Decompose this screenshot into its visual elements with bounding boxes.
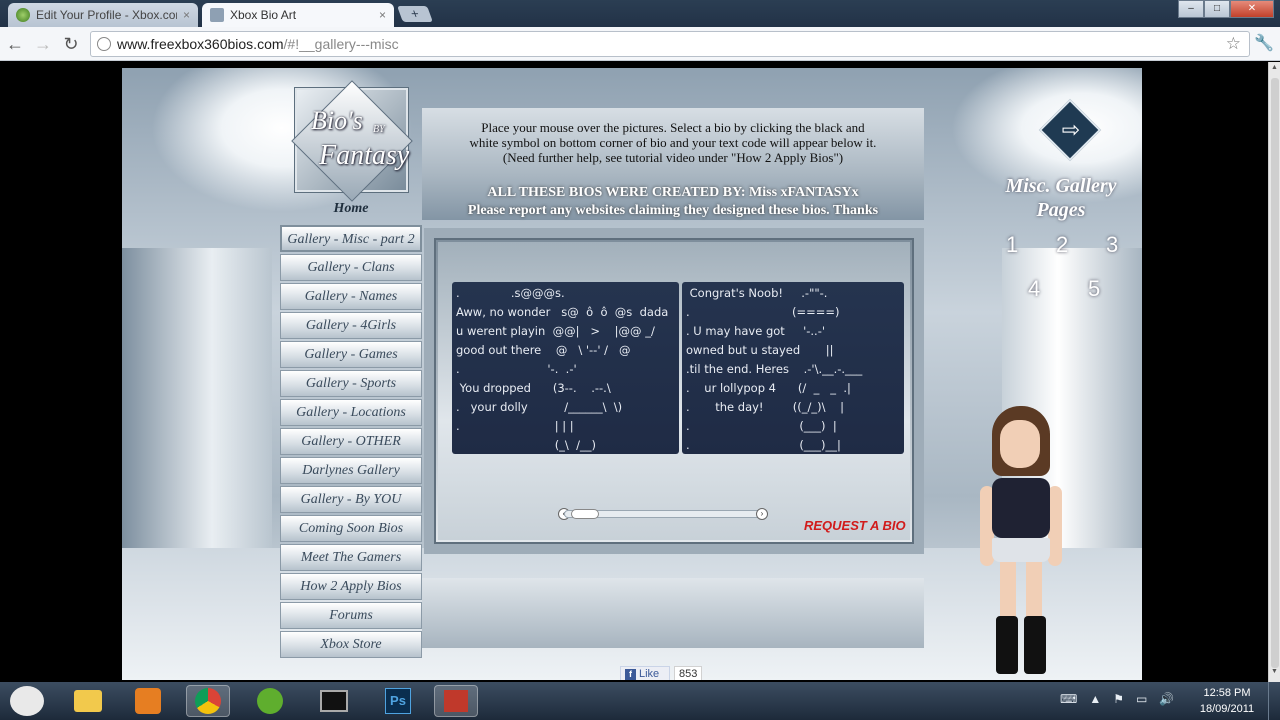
website: Bio's BY Fantasy Home Gallery - Misc - p…: [122, 68, 1142, 680]
wrench-menu-icon[interactable]: 🔧: [1254, 33, 1274, 53]
logo-text: Fantasy: [319, 140, 410, 171]
xbox-avatar: [980, 406, 1090, 676]
network-icon[interactable]: ▭: [1136, 692, 1147, 706]
start-button[interactable]: [2, 685, 52, 717]
menu-item-clans[interactable]: Gallery - Clans: [280, 254, 422, 281]
reload-icon[interactable]: ↻: [60, 33, 82, 55]
avatar-top: [992, 478, 1050, 538]
minimize-button[interactable]: –: [1178, 0, 1204, 18]
menu-item-xbox-store[interactable]: Xbox Store: [280, 631, 422, 658]
url-text[interactable]: www.freexbox360bios.com/#!__gallery---mi…: [117, 36, 399, 52]
slider-right-button[interactable]: ›: [756, 508, 768, 520]
address-bar[interactable]: www.freexbox360bios.com/#!__gallery---mi…: [90, 31, 1250, 57]
logo-text: Bio's: [311, 106, 363, 135]
instructions-panel: Place your mouse over the pictures. Sele…: [422, 108, 924, 220]
like-count: 853: [674, 666, 703, 680]
pages-title: Misc. Gallery Pages: [1005, 175, 1117, 221]
tab-close-icon[interactable]: ×: [183, 8, 190, 22]
show-desktop-button[interactable]: [1268, 682, 1280, 720]
back-arrow-icon[interactable]: ←: [4, 33, 26, 55]
menu-item-4girls[interactable]: Gallery - 4Girls: [280, 312, 422, 339]
facebook-icon: f: [625, 669, 636, 680]
menu-item-meet-gamers[interactable]: Meet The Gamers: [280, 544, 422, 571]
tab-close-icon[interactable]: ×: [379, 8, 386, 22]
media-player-icon[interactable]: [126, 685, 170, 717]
page-link-5[interactable]: 5: [1088, 276, 1100, 302]
clock[interactable]: 12:58 PM 18/09/2011: [1190, 685, 1264, 717]
vertical-scrollbar[interactable]: ▲ ▼: [1268, 62, 1280, 682]
gallery-stage: [422, 578, 924, 648]
flag-icon[interactable]: ⚑: [1113, 692, 1124, 706]
tab-strip: Edit Your Profile - Xbox.com × Xbox Bio …: [0, 0, 1280, 27]
browser-toolbar: ← → ↻ www.freexbox360bios.com/#!__galler…: [0, 27, 1280, 61]
photoshop-icon[interactable]: Ps: [376, 685, 420, 717]
menu-item-darlynes[interactable]: Darlynes Gallery: [280, 457, 422, 484]
gallery-frame: . .s@@@s. Aww, no wonder s@ ô ô @s dada …: [424, 228, 924, 554]
page-link-1[interactable]: 1: [1006, 232, 1018, 258]
video-app-icon[interactable]: [312, 685, 356, 717]
scroll-thumb[interactable]: [1271, 78, 1279, 668]
close-window-button[interactable]: ✕: [1230, 0, 1274, 18]
facebook-like: f Like 853: [620, 666, 703, 680]
page-link-2[interactable]: 2: [1056, 232, 1068, 258]
clock-time: 12:58 PM: [1203, 687, 1251, 699]
new-tab-button[interactable]: +: [397, 6, 433, 22]
menu-item-misc-part2[interactable]: Gallery - Misc - part 2: [280, 225, 422, 252]
avatar-skirt: [992, 538, 1050, 562]
logo-text: BY: [373, 124, 385, 135]
page-icon: [97, 37, 111, 51]
menu-item-by-you[interactable]: Gallery - By YOU: [280, 486, 422, 513]
page-link-3[interactable]: 3: [1106, 232, 1118, 258]
avatar-arm: [1048, 486, 1062, 566]
menu-item-games[interactable]: Gallery - Games: [280, 341, 422, 368]
tab-title: Xbox Bio Art: [230, 8, 297, 22]
menu-item-names[interactable]: Gallery - Names: [280, 283, 422, 310]
bio-card[interactable]: Congrat's Noob! .-""-. . (====) . U may …: [682, 282, 904, 454]
clock-date: 18/09/2011: [1199, 703, 1255, 715]
app-icon[interactable]: [248, 685, 292, 717]
menu-item-home[interactable]: Home: [280, 196, 422, 223]
tab-edit-profile[interactable]: Edit Your Profile - Xbox.com ×: [8, 3, 198, 27]
chrome-icon[interactable]: [186, 685, 230, 717]
forward-arrow-icon[interactable]: →: [32, 33, 54, 55]
keyboard-icon[interactable]: ⌨: [1060, 692, 1077, 706]
arrow-right-icon[interactable]: ⇨: [1055, 114, 1087, 146]
scroll-down-icon[interactable]: ▼: [1271, 668, 1278, 675]
request-bio-link[interactable]: REQUEST A BIO: [804, 518, 906, 533]
menu-item-coming-soon[interactable]: Coming Soon Bios: [280, 515, 422, 542]
menu-item-other[interactable]: Gallery - OTHER: [280, 428, 422, 455]
facebook-like-button[interactable]: f Like: [620, 666, 670, 680]
menu-item-forums[interactable]: Forums: [280, 602, 422, 629]
credits-text: ALL THESE BIOS WERE CREATED BY: Miss xFA…: [467, 185, 879, 218]
bookmark-star-icon[interactable]: ☆: [1226, 34, 1241, 54]
folder-icon[interactable]: [66, 685, 110, 717]
site-logo[interactable]: Bio's BY Fantasy: [291, 80, 413, 202]
tray-expand-icon[interactable]: ▲: [1089, 692, 1101, 706]
slider-knob[interactable]: [571, 509, 599, 519]
menu-item-locations[interactable]: Gallery - Locations: [280, 399, 422, 426]
scroll-up-icon[interactable]: ▲: [1271, 64, 1278, 71]
avatar-face: [1000, 420, 1040, 468]
maximize-button[interactable]: □: [1204, 0, 1230, 18]
page-link-4[interactable]: 4: [1028, 276, 1040, 302]
tab-xbox-bio-art[interactable]: Xbox Bio Art ×: [202, 3, 394, 27]
xbox-favicon-icon: [16, 8, 30, 22]
gallery-viewport: . .s@@@s. Aww, no wonder s@ ô ô @s dada …: [438, 242, 910, 540]
taskbar: Ps ⌨ ▲ ⚑ ▭ 🔊 12:58 PM 18/09/2011: [0, 682, 1280, 720]
volume-icon[interactable]: 🔊: [1159, 692, 1174, 706]
instructions-text: Place your mouse over the pictures. Sele…: [469, 120, 877, 165]
side-menu: Home Gallery - Misc - part 2 Gallery - C…: [280, 196, 422, 660]
menu-item-sports[interactable]: Gallery - Sports: [280, 370, 422, 397]
avatar-boot: [1024, 616, 1046, 674]
avatar-boot: [996, 616, 1018, 674]
site-favicon-icon: [210, 8, 224, 22]
system-tray: ⌨ ▲ ⚑ ▭ 🔊: [1060, 692, 1174, 706]
menu-item-how-to-apply[interactable]: How 2 Apply Bios: [280, 573, 422, 600]
window-controls: – □ ✕: [1178, 0, 1274, 18]
gallery-slider[interactable]: [564, 509, 768, 519]
bio-card[interactable]: . .s@@@s. Aww, no wonder s@ ô ô @s dada …: [452, 282, 679, 454]
recorder-icon[interactable]: [434, 685, 478, 717]
tab-title: Edit Your Profile - Xbox.com: [36, 8, 177, 22]
